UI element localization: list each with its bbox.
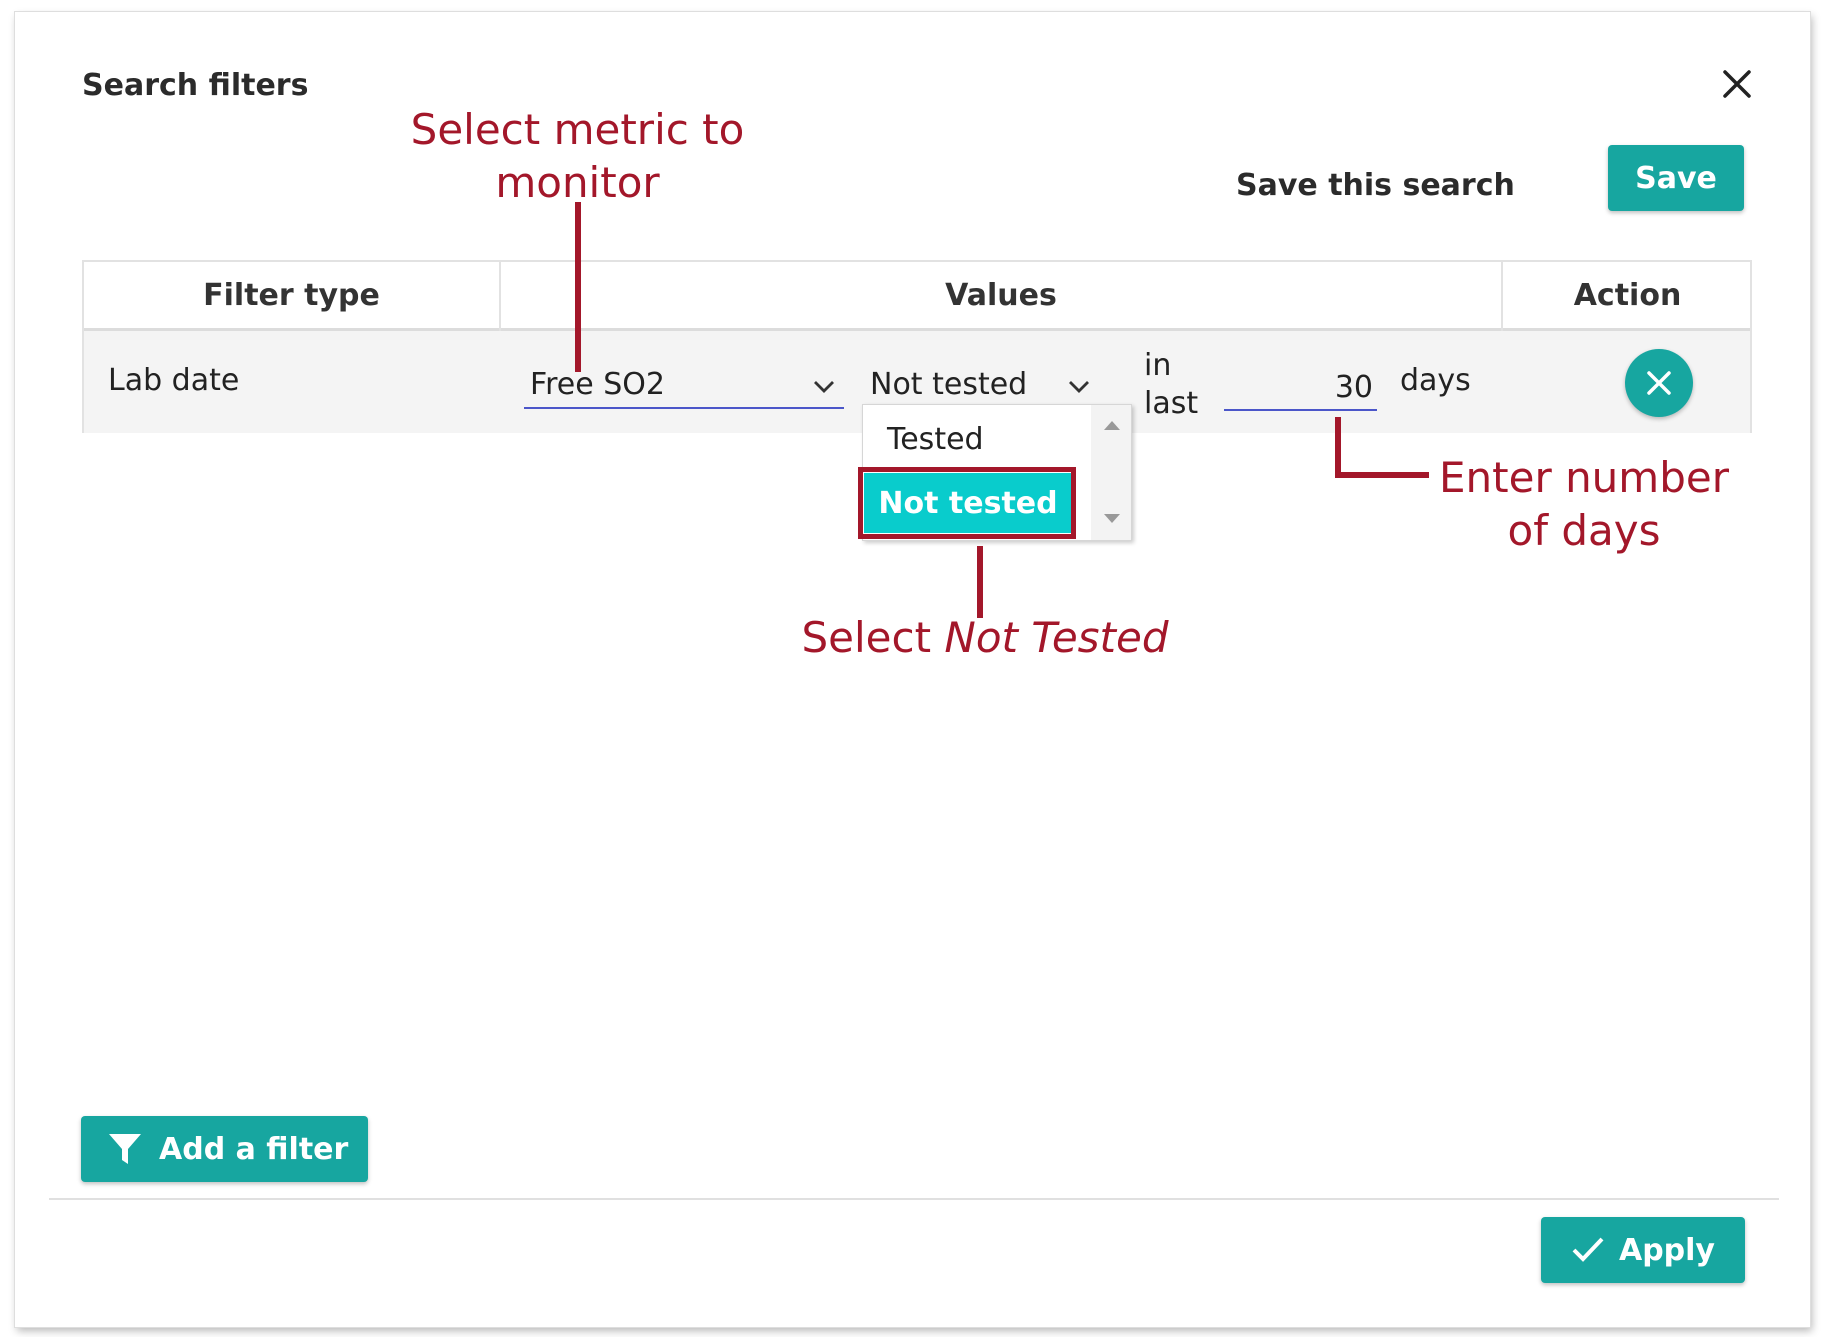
column-header-filter-type: Filter type [203, 277, 380, 313]
footer-divider [49, 1198, 1779, 1200]
annotation-select-metric: Select metric to monitor [410, 105, 745, 207]
annotation-line-not-tested [977, 546, 983, 618]
search-filters-dialog: Search filters Save this search Save Fil… [15, 12, 1810, 1327]
scroll-up-icon[interactable] [1103, 419, 1121, 431]
annotation-emphasis: Not Tested [944, 613, 1169, 662]
annotation-line-days-horizontal [1335, 472, 1429, 478]
save-button[interactable]: Save [1608, 145, 1744, 211]
scroll-down-icon[interactable] [1103, 513, 1121, 525]
metric-select[interactable]: Free SO2 [524, 361, 844, 409]
annotation-line-metric [575, 202, 581, 372]
add-filter-button[interactable]: Add a filter [81, 1116, 368, 1182]
filter-icon [109, 1134, 141, 1164]
days-label: days [1400, 363, 1471, 398]
in-last-label: in last [1144, 348, 1199, 421]
dropdown-option-not-tested[interactable]: Not tested [864, 473, 1072, 533]
status-select[interactable]: Not tested [864, 361, 1099, 407]
apply-label: Apply [1618, 1232, 1715, 1268]
dialog-title: Search filters [82, 68, 309, 103]
annotation-prefix: Select [801, 613, 932, 662]
column-header-values: Values [945, 277, 1057, 313]
days-input[interactable]: 30 [1224, 365, 1377, 411]
annotation-select-not-tested: Select Not Tested [755, 612, 1215, 665]
chevron-down-icon [812, 371, 836, 406]
check-icon [1572, 1237, 1604, 1262]
save-search-label: Save this search [1236, 168, 1515, 203]
annotation-enter-days: Enter number of days [1438, 453, 1729, 555]
close-icon [1647, 371, 1671, 395]
remove-filter-button[interactable] [1625, 349, 1693, 417]
filter-type-cell: Lab date [108, 363, 240, 398]
status-select-value: Not tested [870, 366, 1028, 402]
status-dropdown-list: Tested Not tested [858, 404, 1132, 541]
annotation-line-days-vertical [1335, 417, 1341, 478]
dropdown-scrollbar[interactable] [1091, 405, 1131, 540]
add-filter-label: Add a filter [159, 1131, 349, 1167]
metric-select-value: Free SO2 [530, 366, 665, 402]
apply-button[interactable]: Apply [1541, 1217, 1745, 1283]
column-header-action: Action [1573, 277, 1682, 313]
dropdown-option-tested[interactable]: Tested [863, 405, 1078, 473]
close-icon[interactable] [1717, 64, 1757, 104]
chevron-down-icon [1067, 371, 1091, 406]
